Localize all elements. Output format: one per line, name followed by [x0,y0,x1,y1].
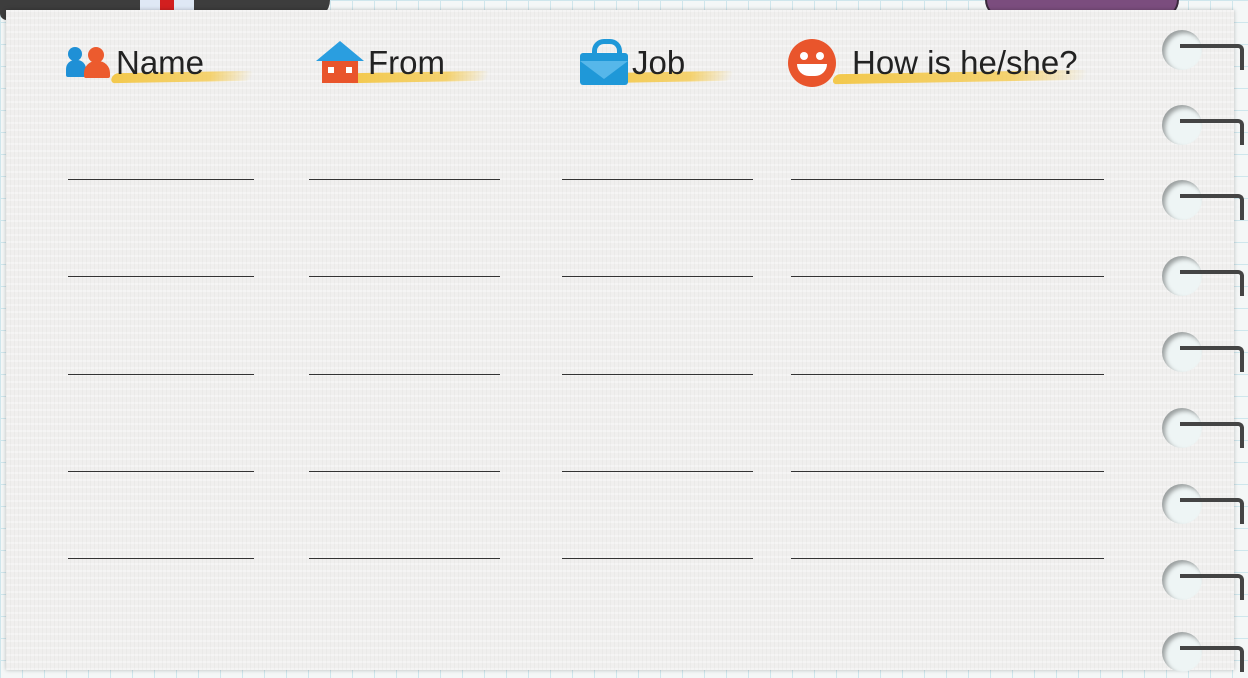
name-answer-line[interactable] [68,179,254,180]
job-answer-line[interactable] [562,374,753,375]
binder-rings [1156,0,1248,672]
name-answer-line[interactable] [68,374,254,375]
from-answer-line[interactable] [309,374,500,375]
name-answer-line[interactable] [68,276,254,277]
job-answer-line[interactable] [562,558,753,559]
binder-ring [1162,408,1244,454]
column-header-how: How is he/she? [788,38,1078,88]
job-answer-line[interactable] [562,276,753,277]
binder-ring [1162,105,1244,151]
how-answer-line[interactable] [791,179,1104,180]
binder-ring [1162,632,1244,678]
name-answer-line[interactable] [68,471,254,472]
from-answer-line[interactable] [309,276,500,277]
how-answer-line[interactable] [791,374,1104,375]
notebook-sheet [6,10,1234,670]
job-answer-line[interactable] [562,471,753,472]
column-header-job: Job [580,38,685,88]
briefcase-icon [580,39,628,87]
people-icon [66,45,112,81]
column-header-label: Job [632,44,686,81]
how-answer-line[interactable] [791,276,1104,277]
how-answer-line[interactable] [791,558,1104,559]
job-answer-line[interactable] [562,179,753,180]
binder-ring [1162,256,1244,302]
from-answer-line[interactable] [309,558,500,559]
binder-ring [1162,30,1244,76]
smiley-face-icon [788,39,836,87]
name-answer-line[interactable] [68,558,254,559]
how-answer-line[interactable] [791,471,1104,472]
binder-ring [1162,484,1244,530]
binder-ring [1162,332,1244,378]
column-header-from: From [316,38,445,88]
binder-ring [1162,180,1244,226]
from-answer-line[interactable] [309,179,500,180]
column-header-label: Name [116,44,205,81]
house-icon [316,41,364,85]
from-answer-line[interactable] [309,471,500,472]
binder-ring [1162,560,1244,606]
column-header-label: From [368,44,445,81]
column-header-name: Name [66,38,204,88]
column-header-label: How is he/she? [852,44,1078,81]
